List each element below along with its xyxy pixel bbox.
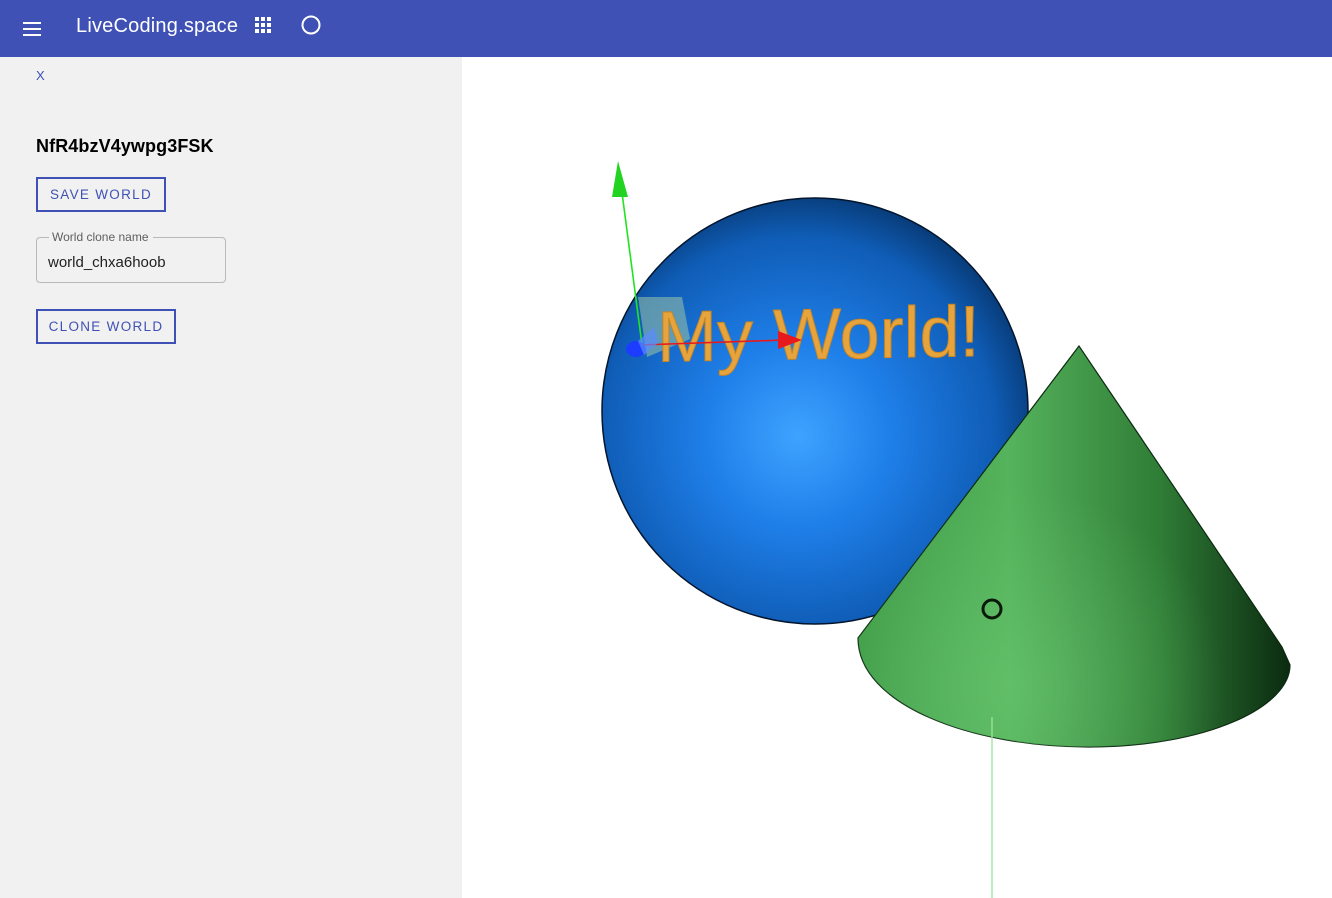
clone-world-button[interactable]: CLONE WORLD (36, 309, 176, 344)
circle-outline-icon[interactable] (300, 14, 322, 36)
3d-scene-viewport[interactable]: My World! (462, 57, 1332, 898)
world-sidebar: X NfR4bzV4ywpg3FSK SAVE WORLD World clon… (0, 57, 462, 898)
app-bar: LiveCoding.space (0, 0, 1332, 57)
world-clone-name-label: World clone name (49, 230, 153, 244)
apps-grid-icon[interactable] (252, 14, 274, 36)
app-title[interactable]: LiveCoding.space (76, 14, 238, 38)
my-world-3d-text[interactable]: My World! (657, 291, 981, 378)
menu-icon[interactable] (20, 17, 44, 41)
save-world-button[interactable]: SAVE WORLD (36, 177, 166, 212)
world-clone-name-field: World clone name (36, 230, 226, 283)
world-clone-name-input[interactable] (48, 251, 218, 273)
world-id-title: NfR4bzV4ywpg3FSK (36, 136, 214, 156)
close-sidebar-button[interactable]: X (36, 67, 52, 85)
